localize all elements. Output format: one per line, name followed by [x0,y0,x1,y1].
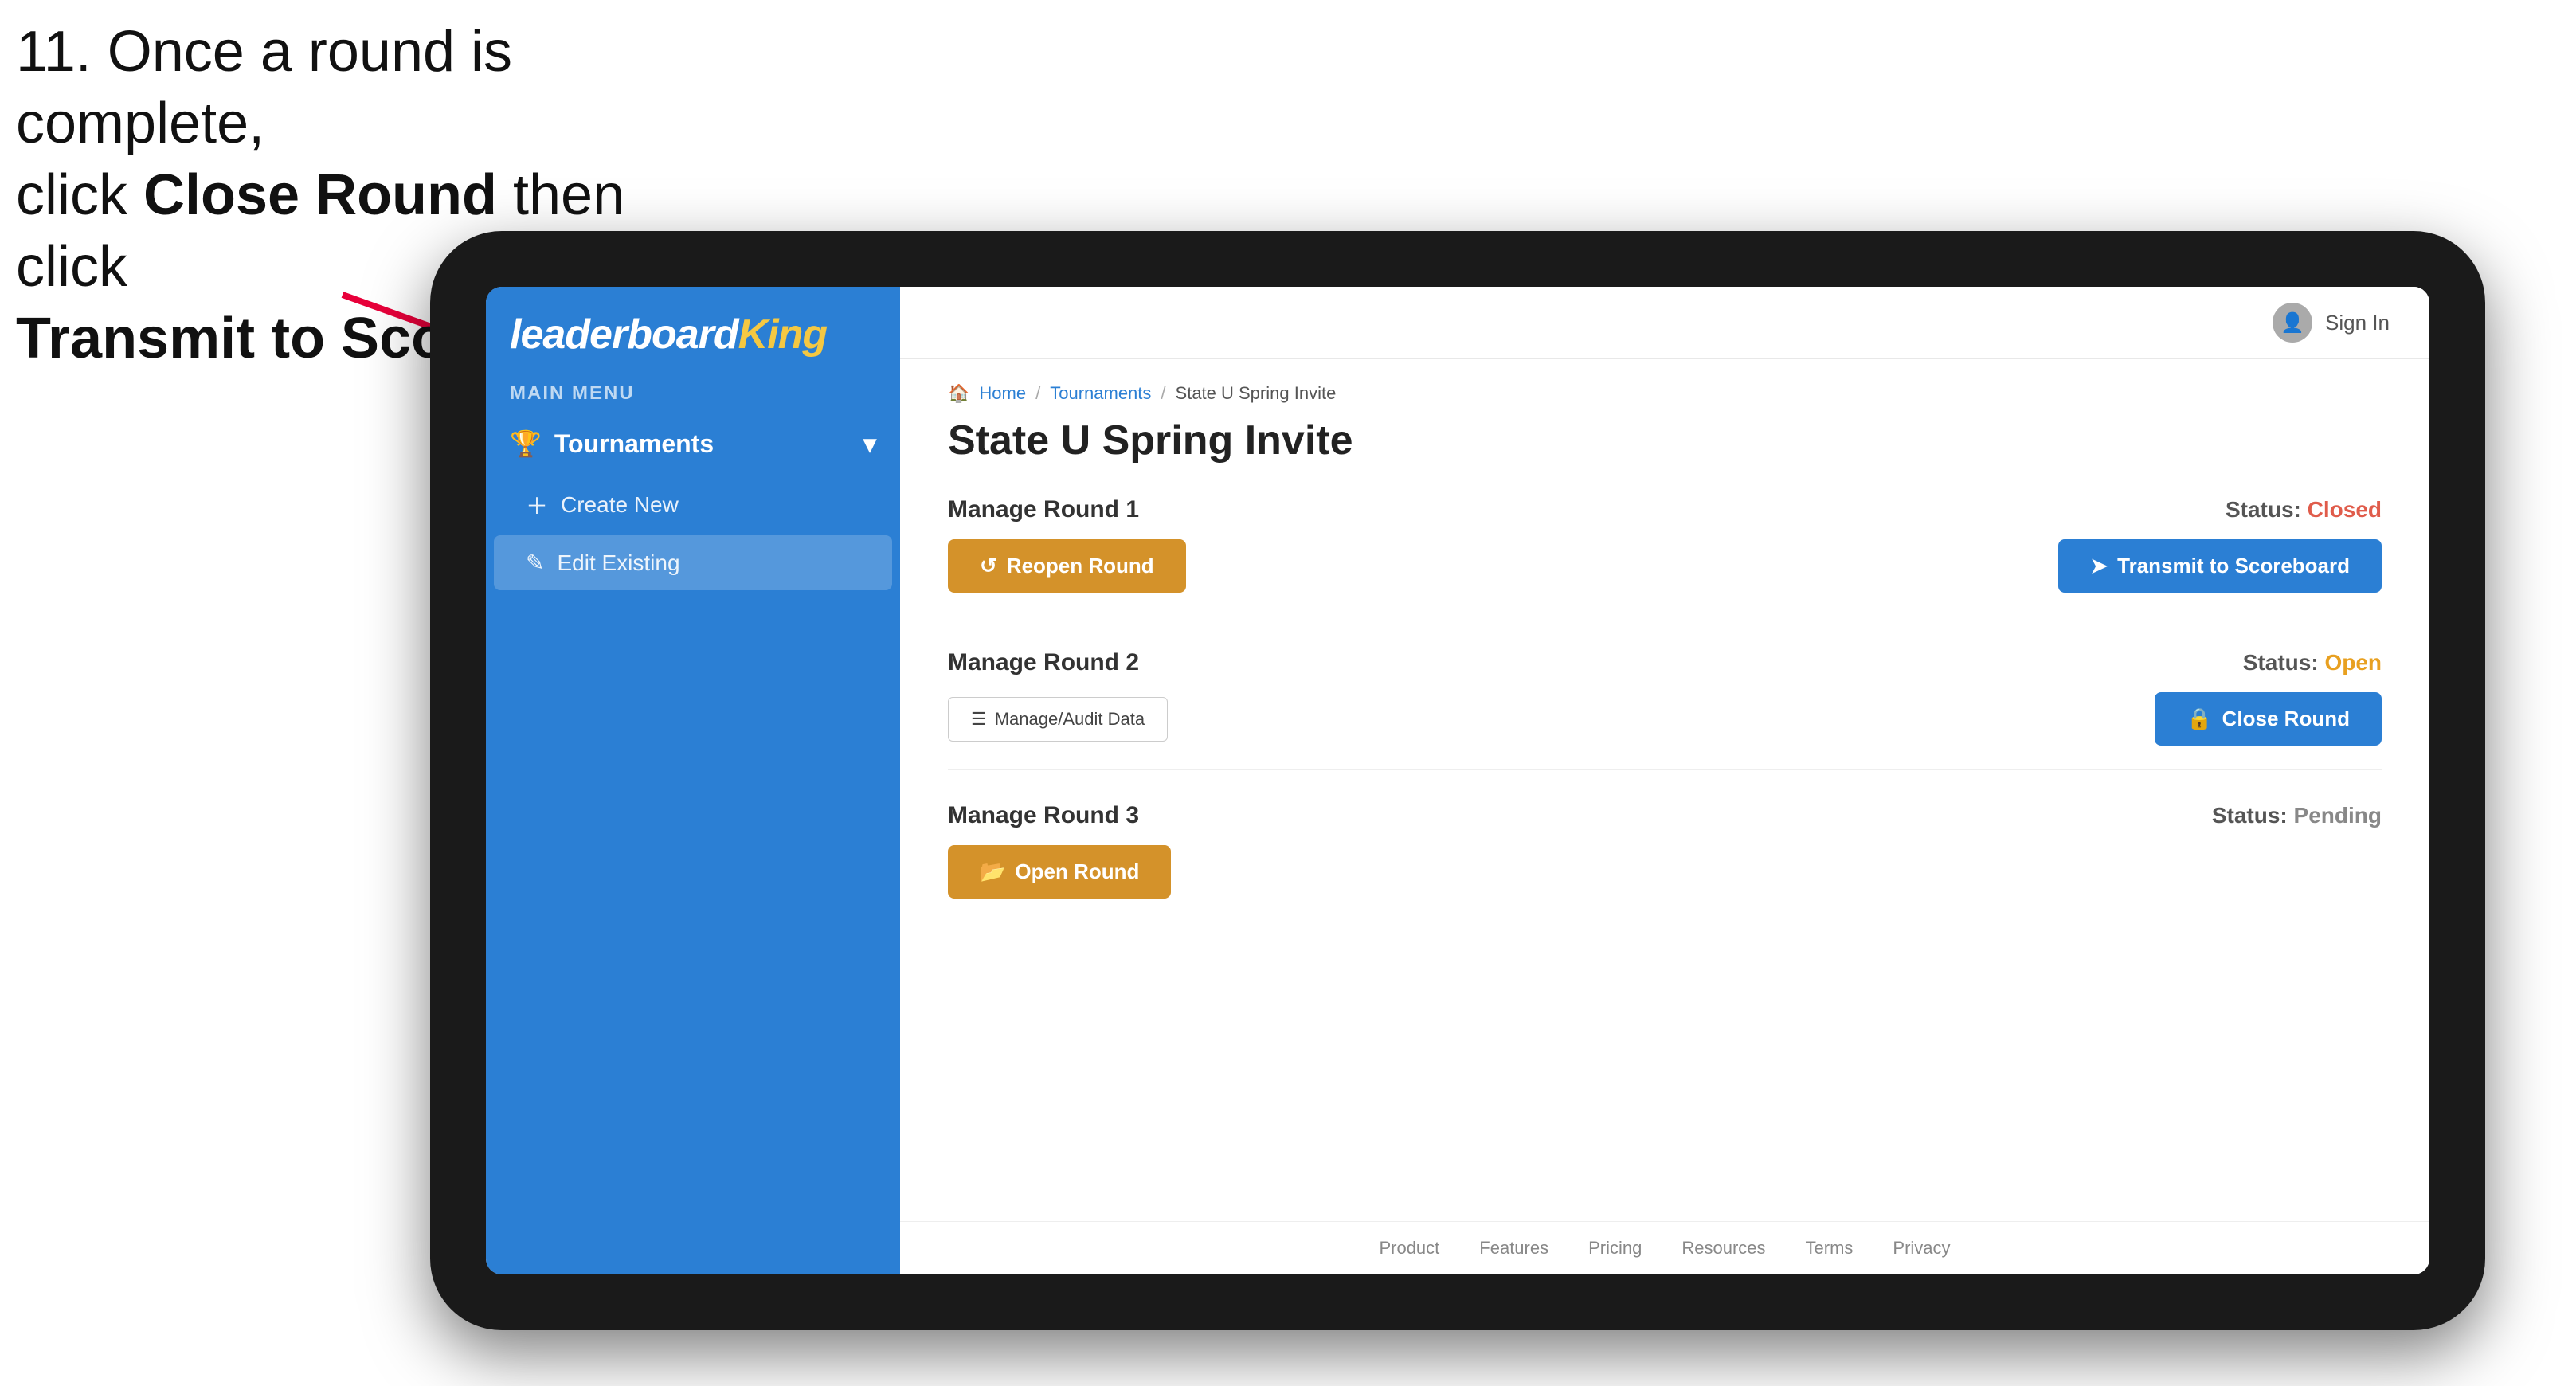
open-round-button[interactable]: 📂 Open Round [948,845,1171,899]
footer-features[interactable]: Features [1479,1238,1548,1259]
tablet-shell: leaderboardKing MAIN MENU 🏆 Tournaments … [430,231,2485,1330]
round-2-status: Status: Open [2243,650,2382,675]
tablet-screen: leaderboardKing MAIN MENU 🏆 Tournaments … [486,287,2429,1274]
main-menu-label: MAIN MENU [486,374,900,413]
edit-icon: ✎ [526,550,544,576]
reopen-round-button[interactable]: ↺ Reopen Round [948,539,1186,593]
create-new-label: Create New [561,492,679,518]
app-layout: leaderboardKing MAIN MENU 🏆 Tournaments … [486,287,2429,1274]
round-1-header: Manage Round 1 Status: Closed [948,496,2382,523]
transmit-scoreboard-button[interactable]: ➤ Transmit to Scoreboard [2058,539,2382,593]
sidebar-item-edit-existing[interactable]: ✎ Edit Existing [494,535,892,590]
round-3-status: Status: Pending [2212,803,2382,828]
transmit-icon: ➤ [2090,554,2108,578]
trophy-icon: 🏆 [510,429,542,459]
round-3-status-value: Pending [2294,803,2382,828]
round-1-status-value: Closed [2308,497,2382,522]
page-content: 🏠 Home / Tournaments / State U Spring In… [900,359,2429,1221]
round-3-actions: 📂 Open Round [948,845,2382,899]
footer-resources[interactable]: Resources [1681,1238,1765,1259]
sign-in-label: Sign In [2325,311,2390,335]
round-1-section: Manage Round 1 Status: Closed ↺ Reopen R… [948,496,2382,617]
round-3-header: Manage Round 3 Status: Pending [948,802,2382,829]
nav-sub: ＋ Create New ✎ Edit Existing [486,475,900,590]
sidebar: leaderboardKing MAIN MENU 🏆 Tournaments … [486,287,900,1274]
sidebar-item-create-new[interactable]: ＋ Create New [486,475,900,535]
round-2-header: Manage Round 2 Status: Open [948,649,2382,676]
round-1-actions: ↺ Reopen Round ➤ Transmit to Scoreboard [948,539,2382,593]
round-2-status-value: Open [2324,650,2382,675]
footer-pricing[interactable]: Pricing [1588,1238,1642,1259]
logo-leaderboard: leaderboard [510,311,738,358]
manage-audit-button[interactable]: ☰ Manage/Audit Data [948,697,1168,742]
close-round-button[interactable]: 🔒 Close Round [2155,692,2382,746]
page-title: State U Spring Invite [948,417,2382,464]
top-bar: 👤 Sign In [900,287,2429,359]
sign-in-area[interactable]: 👤 Sign In [2273,303,2390,343]
sidebar-nav: 🏆 Tournaments ▾ ＋ Create New ✎ Edit Exis… [486,413,900,590]
audit-icon: ☰ [971,709,987,730]
round-2-section: Manage Round 2 Status: Open ☰ Manage/Aud… [948,649,2382,770]
footer-product[interactable]: Product [1379,1238,1439,1259]
sidebar-item-tournaments[interactable]: 🏆 Tournaments ▾ [486,413,900,475]
logo: leaderboardKing [510,311,876,358]
breadcrumb-home[interactable]: Home [979,383,1026,404]
avatar: 👤 [2273,303,2312,343]
home-icon: 🏠 [948,383,969,404]
open-round-icon: 📂 [980,859,1005,884]
reopen-icon: ↺ [980,554,997,578]
logo-king: King [738,311,828,358]
main-content: 👤 Sign In 🏠 Home / Tournaments / State U… [900,287,2429,1274]
edit-existing-label: Edit Existing [557,550,679,576]
breadcrumb: 🏠 Home / Tournaments / State U Spring In… [948,383,2382,404]
tournaments-nav-label: Tournaments [554,429,714,459]
lock-icon: 🔒 [2186,707,2212,731]
plus-icon: ＋ [526,489,548,521]
breadcrumb-current: State U Spring Invite [1176,383,1337,404]
footer-privacy[interactable]: Privacy [1893,1238,1950,1259]
chevron-down-icon: ▾ [863,429,876,459]
footer: Product Features Pricing Resources Terms… [900,1221,2429,1274]
footer-terms[interactable]: Terms [1806,1238,1854,1259]
round-1-label: Manage Round 1 [948,496,1139,523]
round-3-label: Manage Round 3 [948,802,1139,829]
round-2-label: Manage Round 2 [948,649,1139,676]
round-3-section: Manage Round 3 Status: Pending 📂 Open Ro… [948,802,2382,922]
round-2-actions: ☰ Manage/Audit Data 🔒 Close Round [948,692,2382,746]
sidebar-logo: leaderboardKing [486,287,900,374]
breadcrumb-tournaments[interactable]: Tournaments [1050,383,1151,404]
round-1-status: Status: Closed [2226,497,2382,523]
